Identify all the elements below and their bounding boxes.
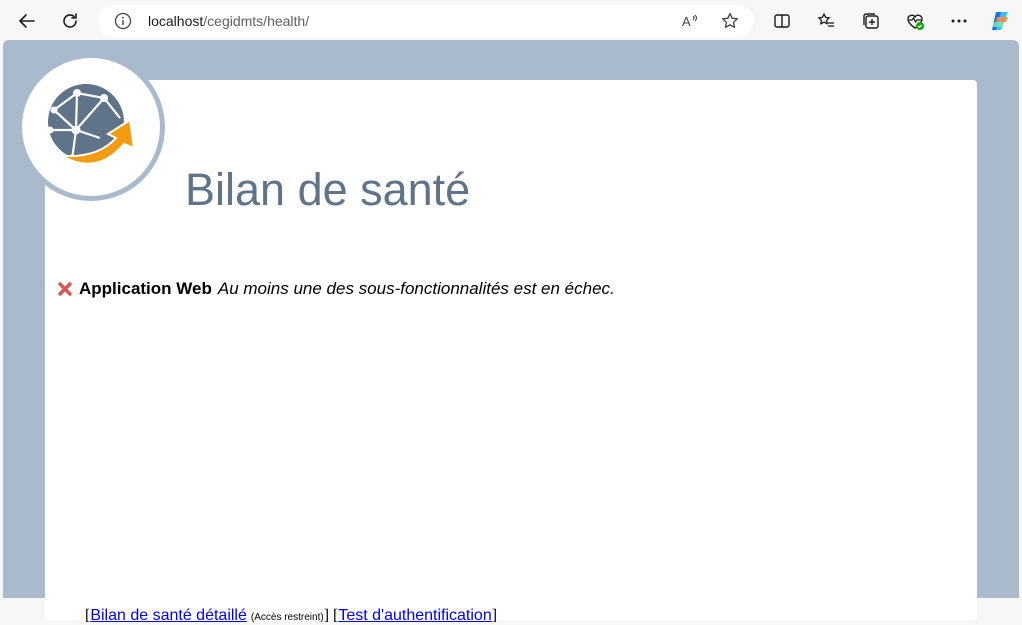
refresh-button[interactable]: [55, 6, 85, 36]
split-screen-icon: [774, 14, 790, 28]
favorites-button[interactable]: [811, 6, 841, 36]
url-text[interactable]: localhost/cegidmts/health/: [148, 13, 309, 29]
svg-text:A: A: [682, 14, 691, 29]
logo: [17, 53, 165, 201]
bracket: ]: [491, 607, 498, 624]
bracket: ]: [323, 607, 330, 624]
browser-essentials-button[interactable]: [900, 6, 930, 36]
status-message: Au moins une des sous-fonctionnalités es…: [217, 279, 615, 298]
globe-arrow-logo-icon: [46, 84, 136, 165]
page-viewport: Bilan de santé Application Web Au moins …: [3, 40, 1019, 624]
restricted-access-note: (Accès restreint): [250, 612, 324, 623]
url-path: /cegidmts/health/: [203, 13, 310, 29]
more-options-button[interactable]: [944, 6, 974, 36]
collections-button[interactable]: [856, 6, 886, 36]
info-icon[interactable]: [114, 12, 132, 30]
read-aloud-icon[interactable]: A: [680, 11, 700, 31]
heart-pulse-icon: [907, 14, 924, 30]
collections-icon: [863, 13, 879, 29]
ellipsis-icon: [951, 19, 967, 23]
failure-x-icon: [58, 282, 72, 296]
authentication-test-link[interactable]: Test d'authentification: [338, 607, 491, 624]
arrow-left-icon: [19, 14, 35, 28]
copilot-icon: [992, 12, 1008, 30]
split-screen-button[interactable]: [767, 6, 797, 36]
back-button[interactable]: [12, 6, 42, 36]
health-status-line: Application Web Au moins une des sous-fo…: [57, 279, 615, 299]
favorite-star-icon[interactable]: [720, 11, 740, 31]
url-host: localhost: [148, 13, 204, 29]
application-name: Application Web: [79, 279, 212, 298]
refresh-icon: [63, 13, 77, 28]
browser-toolbar: localhost/cegidmts/health/ A: [0, 0, 1022, 40]
health-card: Bilan de santé Application Web Au moins …: [45, 80, 977, 624]
address-bar[interactable]: localhost/cegidmts/health/ A: [98, 5, 754, 37]
page-title: Bilan de santé: [185, 164, 471, 215]
detailed-health-link[interactable]: Bilan de santé détaillé: [90, 607, 247, 624]
copilot-button[interactable]: [985, 6, 1015, 36]
footer-links: [Bilan de santé détaillé (Accès restrein…: [85, 607, 497, 625]
favorites-list-icon: [818, 13, 834, 27]
